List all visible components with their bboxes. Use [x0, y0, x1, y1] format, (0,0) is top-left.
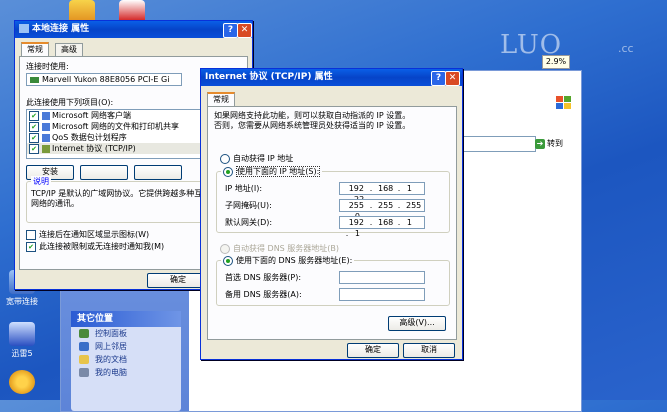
auto-ip-radio[interactable] — [220, 153, 230, 164]
desktop-icon-thunder[interactable]: 迅雷5 — [0, 322, 44, 359]
tcpip-properties-dialog: Internet 协议 (TCP/IP) 属性 ? ✕ 常规 如果网络支持此功能… — [200, 68, 463, 360]
client-icon — [42, 111, 50, 120]
cancel-button[interactable]: 取消 — [403, 343, 455, 358]
qq-icon — [9, 370, 35, 394]
uninstall-button[interactable] — [80, 165, 128, 180]
alt-dns-label: 备用 DNS 服务器(A): — [225, 290, 302, 299]
auto-dns-option[interactable]: 自动获得 DNS 服务器地址(B) — [220, 243, 339, 254]
network-card-icon — [30, 76, 39, 83]
place-my-computer[interactable]: 我的电脑 — [71, 366, 181, 379]
go-button[interactable]: ➔ 转到 — [535, 137, 575, 151]
list-item[interactable]: ✔ Microsoft 网络的文件和打印机共享 — [27, 121, 223, 132]
desktop-icon-label: 宽带连接 — [6, 297, 38, 306]
folder-icon — [79, 355, 89, 364]
tab-general[interactable]: 常规 — [21, 42, 49, 57]
description-group: 说明 TCP/IP 是默认的广域网协议。它提供跨越多种互联网络的通讯。 — [26, 176, 216, 223]
pref-dns-label: 首选 DNS 服务器(P): — [225, 273, 302, 282]
manual-dns-radio[interactable] — [223, 255, 233, 266]
gateway-field[interactable]: 192. 168. 1. 1 — [339, 216, 425, 238]
qos-icon — [42, 133, 50, 142]
ip-label: IP 地址(I): — [225, 184, 263, 193]
protocol-icon — [42, 144, 50, 153]
advanced-button[interactable]: 高级(V)... — [388, 316, 446, 331]
items-label: 此连接使用下列项目(O): — [26, 98, 114, 107]
place-network[interactable]: 网上邻居 — [71, 340, 181, 353]
list-item[interactable]: ✔ Microsoft 网络客户端 — [27, 110, 223, 121]
checkbox[interactable]: ✔ — [29, 121, 39, 132]
tab-advanced[interactable]: 高级 — [55, 43, 83, 56]
thunder-icon — [9, 322, 35, 346]
close-button[interactable]: ✕ — [237, 23, 252, 38]
percent-badge: 2.9% — [542, 55, 570, 69]
items-list: ✔ Microsoft 网络客户端 ✔ Microsoft 网络的文件和打印机共享 … — [26, 109, 224, 159]
titlebar: 本地连接 属性 ? ✕ — [15, 21, 252, 38]
checkbox[interactable]: ✔ — [29, 143, 39, 154]
general-panel: 如果网络支持此功能，则可以获取自动指派的 IP 设置。否则，您需要从网络系统管理… — [207, 106, 457, 340]
connect-using-label: 连接时使用: — [26, 62, 69, 71]
help-button[interactable]: ? — [431, 71, 446, 86]
go-arrow-icon: ➔ — [535, 138, 545, 149]
other-places-panel: 其它位置 控制面板 网上邻居 我的文档 我的电脑 — [71, 311, 181, 411]
auto-ip-option[interactable]: 自动获得 IP 地址 — [220, 153, 293, 164]
manual-ip-radio[interactable] — [223, 166, 233, 177]
address-bar[interactable] — [462, 136, 536, 152]
list-item-selected[interactable]: ✔ Internet 协议 (TCP/IP) — [27, 143, 223, 154]
checkbox[interactable]: ✔ — [29, 110, 39, 121]
dialog-title: Internet 协议 (TCP/IP) 属性 — [205, 72, 333, 82]
show-icon-checkbox[interactable] — [26, 229, 36, 240]
other-places-title: 其它位置 — [71, 311, 181, 327]
auto-dns-radio[interactable] — [220, 243, 230, 254]
alternate-dns-field[interactable] — [339, 288, 425, 301]
tab-strip: 常规 高级 — [21, 42, 241, 57]
description-title: 说明 — [31, 176, 51, 187]
watermark-suffix: .cc — [618, 42, 634, 55]
checkbox[interactable]: ✔ — [29, 132, 39, 143]
show-icon-option[interactable]: 连接后在通知区域显示图标(W) — [26, 229, 149, 240]
network-places-icon — [79, 342, 89, 351]
ok-button[interactable]: 确定 — [347, 343, 399, 358]
adapter-field: Marvell Yukon 88E8056 PCI-E Gi — [26, 73, 182, 86]
ip-address-field[interactable]: 192.168.1.22 — [339, 182, 425, 204]
manual-ip-option[interactable]: 使用下面的 IP 地址(S): — [221, 166, 323, 177]
manual-ip-group: 使用下面的 IP 地址(S): IP 地址(I): 192.168.1.22 子… — [216, 166, 450, 238]
help-button[interactable]: ? — [223, 23, 238, 38]
close-button[interactable]: ✕ — [445, 71, 460, 86]
tab-general[interactable]: 常规 — [207, 92, 235, 107]
properties-button[interactable] — [134, 165, 182, 180]
desktop-icon-qq[interactable] — [0, 370, 44, 396]
windows-flag-icon — [556, 96, 572, 110]
place-my-documents[interactable]: 我的文档 — [71, 353, 181, 366]
share-icon — [42, 122, 50, 131]
preferred-dns-field[interactable] — [339, 271, 425, 284]
manual-dns-group: 使用下面的 DNS 服务器地址(E): 首选 DNS 服务器(P): 备用 DN… — [216, 255, 450, 306]
dialog-title: 本地连接 属性 — [32, 24, 90, 34]
gateway-label: 默认网关(D): — [225, 218, 273, 227]
titlebar: Internet 协议 (TCP/IP) 属性 ? ✕ — [201, 69, 462, 86]
tab-strip: 常规 — [207, 92, 447, 107]
network-connection-icon — [19, 24, 29, 33]
notify-checkbox[interactable]: ✔ — [26, 241, 36, 252]
place-control-panel[interactable]: 控制面板 — [71, 327, 181, 340]
desktop-icon-label: 迅雷5 — [11, 349, 33, 358]
control-panel-icon — [79, 329, 89, 338]
mask-label: 子网掩码(U): — [225, 201, 272, 210]
list-item[interactable]: ✔ QoS 数据包计划程序 — [27, 132, 223, 143]
computer-icon — [79, 368, 89, 377]
manual-dns-option[interactable]: 使用下面的 DNS 服务器地址(E): — [221, 255, 355, 266]
description-text: TCP/IP 是默认的广域网协议。它提供跨越多种互联网络的通讯。 — [31, 189, 211, 208]
subnet-mask-field[interactable]: 255.255.255.0 — [339, 199, 425, 221]
notify-option[interactable]: ✔ 此连接被限制或无连接时通知我(M) — [26, 241, 164, 252]
intro-text: 如果网络支持此功能，则可以获取自动指派的 IP 设置。否则，您需要从网络系统管理… — [214, 111, 411, 130]
